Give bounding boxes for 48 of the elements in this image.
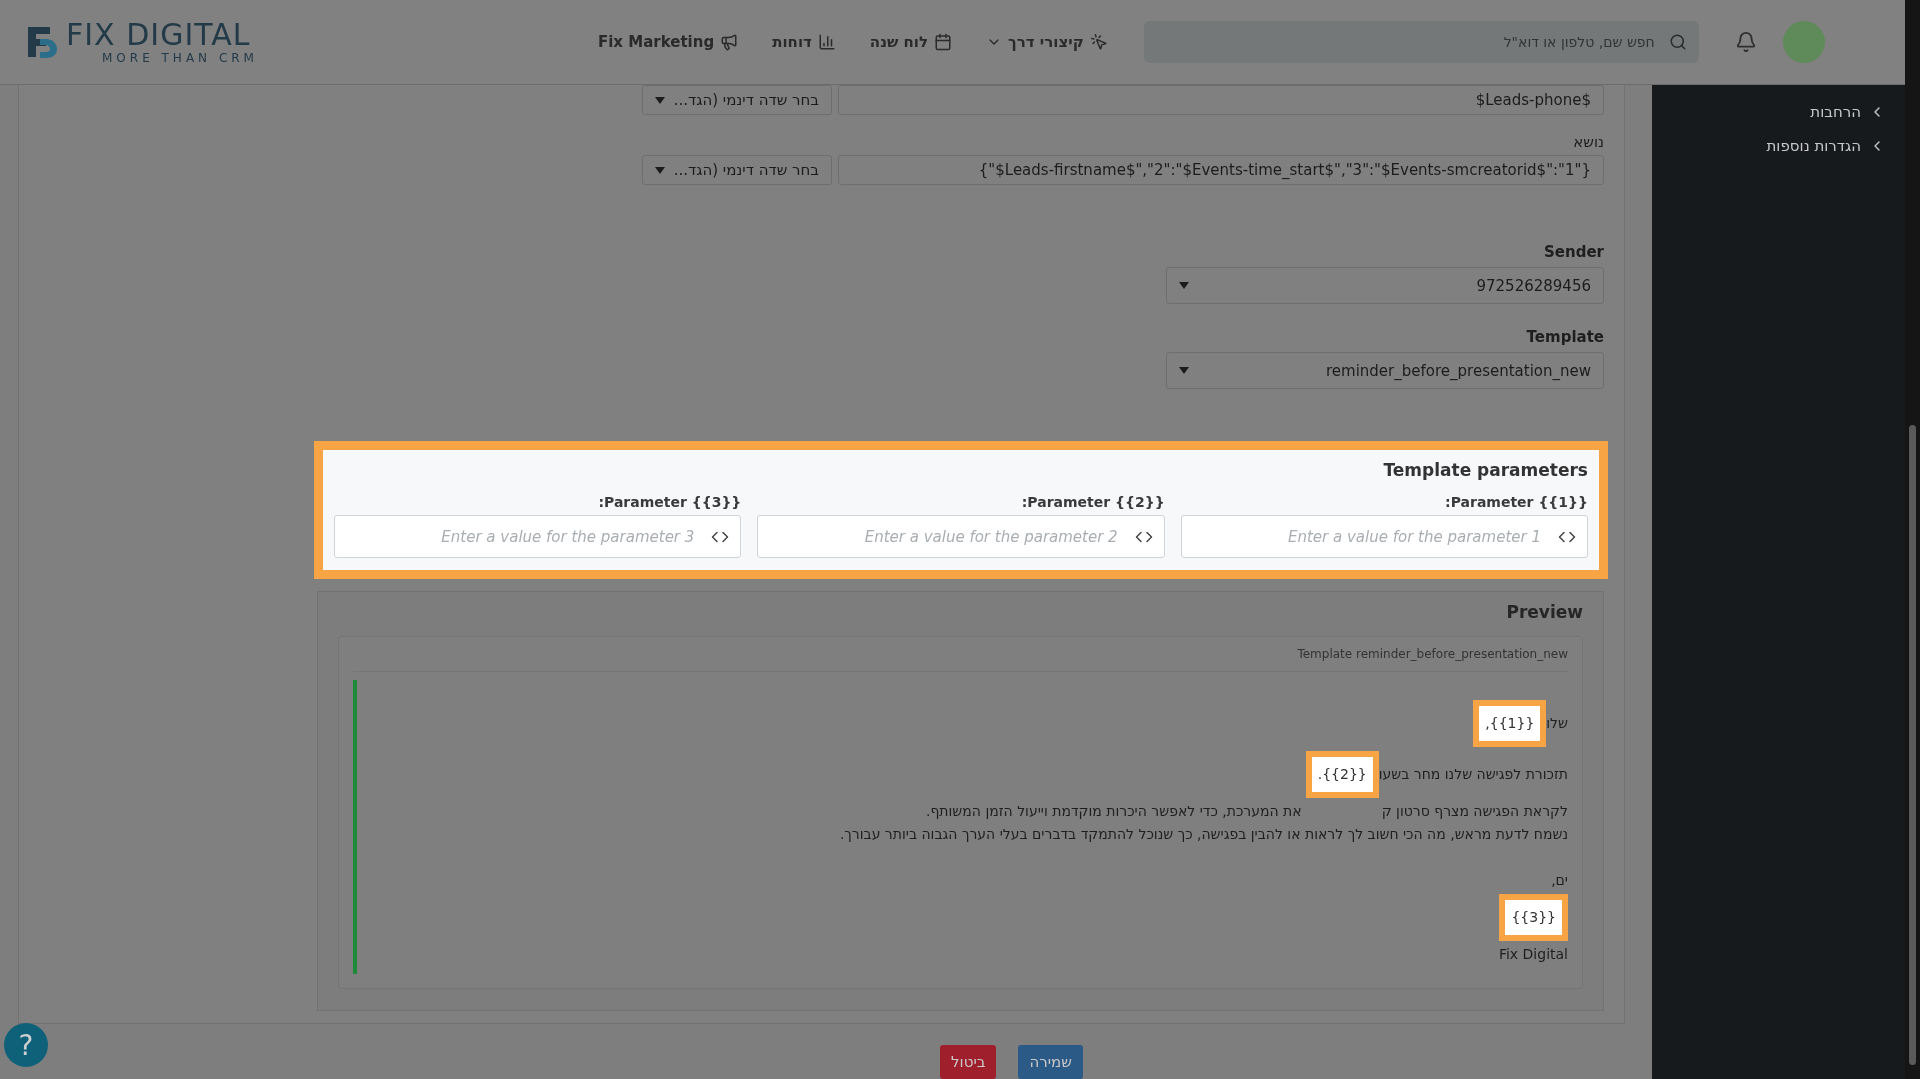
subject-field[interactable]: {"1":"$Leads-firstname$","2":"$Events-time_start$","3":"$Events-smcreatorid$"} xyxy=(838,155,1604,185)
nav-item[interactable]: דוחות xyxy=(772,33,836,51)
search-icon xyxy=(1668,33,1687,51)
bell-icon[interactable] xyxy=(1734,31,1757,53)
scrollbar-thumb[interactable] xyxy=(1909,425,1916,1065)
parameter-label: Parameter {{3}}: xyxy=(597,494,742,510)
calendar-icon xyxy=(934,33,953,51)
field-label: Sender xyxy=(1544,243,1604,261)
template-name: Template reminder_before_presentation_new xyxy=(353,647,1568,672)
dynamic-field-select[interactable]: בחר שדה דינמי (הגד... xyxy=(642,85,832,115)
field-label: Template xyxy=(1526,328,1604,346)
section-title: Template parameters xyxy=(1382,460,1588,480)
nav-item[interactable]: Fix Marketing xyxy=(597,33,739,51)
help-button[interactable]: ? xyxy=(4,1023,48,1067)
parameter-highlight: {{1}}, xyxy=(1473,700,1547,747)
message-text: לקראת הפגישה מצרף סרטון ק xyxy=(1381,802,1568,821)
logo-name: FIX DIGITAL xyxy=(66,20,252,50)
logo-tagline: MORE THAN CRM xyxy=(102,52,258,64)
parameter-highlight: {{2}}. xyxy=(1305,751,1379,798)
message-text: שלו xyxy=(1546,714,1568,733)
parameter-field[interactable]: Enter a value for the parameter 2 xyxy=(757,515,1165,558)
nav-item[interactable]: לוח שנה xyxy=(869,33,953,51)
parameter-field[interactable]: Enter a value for the parameter 3 xyxy=(334,515,742,558)
nav-item[interactable]: קיצורי דרך xyxy=(986,33,1108,51)
template-select[interactable]: reminder_before_presentation_new xyxy=(1166,352,1604,389)
logo-icon xyxy=(26,25,60,59)
message-text: את המערכת, כדי לאפשר היכרות מוקדמת וייעול הזמן המשותף. xyxy=(925,802,1302,821)
message-text: תזכורת לפגישה שלנו מחר בשעו xyxy=(1378,765,1568,784)
megaphone-icon xyxy=(720,33,739,51)
message-text: Fix Digital xyxy=(1498,945,1568,964)
dynamic-field-select[interactable]: בחר שדה דינמי (הגד... xyxy=(642,155,832,185)
cancel-button[interactable]: ביטול xyxy=(940,1045,997,1079)
save-button[interactable]: שמירה xyxy=(1018,1045,1083,1079)
parameter-field[interactable]: Enter a value for the parameter 1 xyxy=(1180,515,1588,558)
sender-select[interactable]: 972526289456 xyxy=(1166,267,1604,304)
parameter-highlight: {{3}} xyxy=(1499,894,1568,941)
section-title: Preview xyxy=(1505,602,1583,622)
field-label: נושא xyxy=(1573,133,1604,151)
parameter-label: Parameter {{1}}: xyxy=(1444,494,1588,510)
message-text: ים, xyxy=(1551,871,1568,890)
chart-icon xyxy=(817,33,836,51)
parameter-label: Parameter {{2}}: xyxy=(1020,494,1165,510)
search-field[interactable]: חפש שם, טלפון או דוא"ל xyxy=(1143,21,1699,63)
pointer-click-icon xyxy=(1089,33,1108,51)
message-text: נשמח לדעת מראש, מה הכי חשוב לך לראות או להבין בפגישה, כך שנוכל להתמקד בדברים בעלי הערך הגבוה ביותר עבורך. xyxy=(839,825,1568,844)
phone-field[interactable]: $Leads-phone$ xyxy=(838,85,1604,115)
sidebar-item[interactable]: הגדרות נוספות xyxy=(1652,129,1905,163)
sidebar-item[interactable]: הרחבות xyxy=(1652,95,1905,129)
